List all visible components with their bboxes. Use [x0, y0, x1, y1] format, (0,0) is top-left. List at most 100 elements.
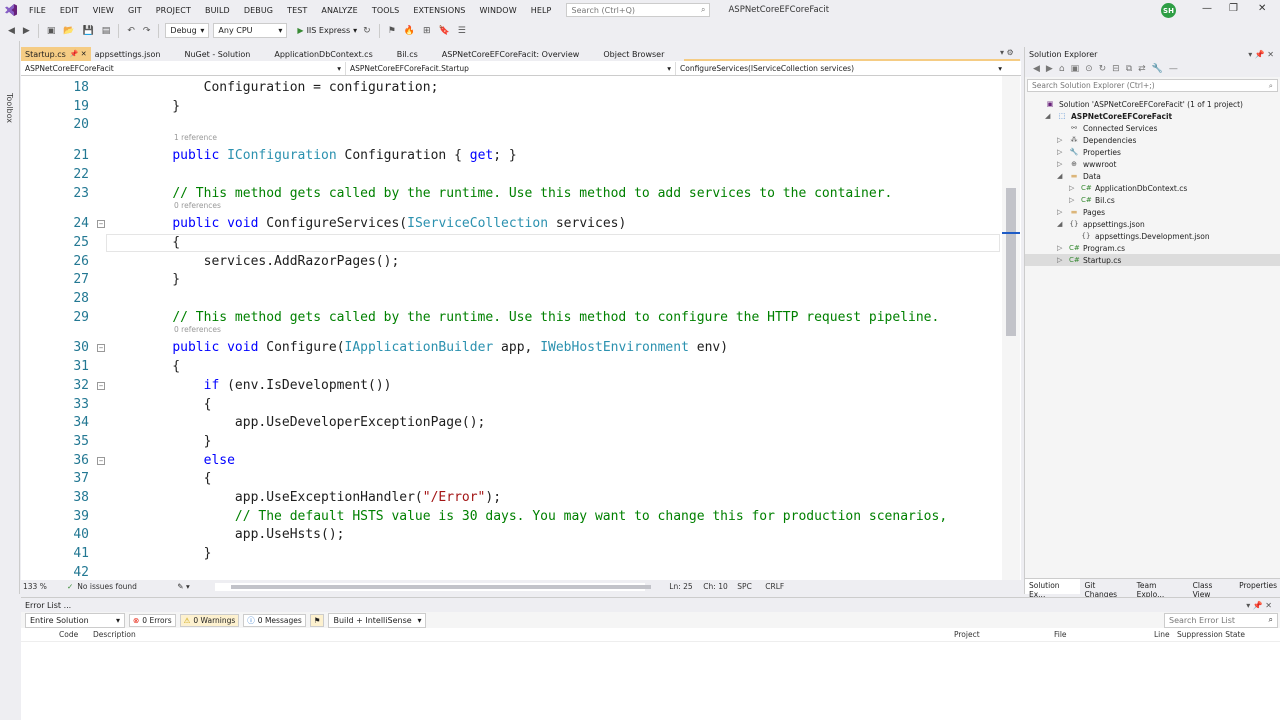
collapsed-arrow-icon[interactable]: ▷ — [1057, 148, 1065, 156]
open-icon[interactable]: 📂 — [61, 26, 76, 36]
code-line[interactable]: 28 — [21, 291, 1001, 309]
pending-changes-icon[interactable]: ⊙ — [1085, 64, 1093, 74]
tree-item[interactable]: ⚯ Connected Services — [1057, 122, 1157, 134]
code-line[interactable]: 37 { — [21, 471, 1001, 489]
code-line[interactable]: 30− public void Configure(IApplicationBu… — [21, 340, 1001, 358]
code-line[interactable]: 42 — [21, 565, 1001, 580]
code-line[interactable]: 22 — [21, 167, 1001, 185]
whitespace-indicator[interactable]: SPC — [737, 582, 765, 591]
tab-overflow-icon[interactable]: ▾ ⚙ — [1000, 48, 1014, 57]
collapse-icon[interactable]: − — [97, 220, 105, 229]
code-editor[interactable]: 18 Configuration = configuration; 19 } 20 1… — [21, 76, 1021, 580]
sync-icon[interactable]: ⇄ — [1138, 64, 1146, 74]
new-project-icon[interactable]: ▣ — [45, 26, 58, 36]
code-line[interactable]: 35 } — [21, 434, 1001, 452]
tree-item[interactable]: ▣ Solution 'ASPNetCoreEFCoreFacit' (1 of … — [1033, 98, 1243, 110]
collapse-icon[interactable]: − — [97, 381, 105, 390]
code-line[interactable]: 18 Configuration = configuration; — [21, 80, 1001, 98]
minimize-icon[interactable]: — — [1202, 3, 1212, 14]
properties-icon[interactable]: 🔧 — [1152, 64, 1163, 74]
refresh-icon[interactable]: ↻ — [361, 26, 373, 36]
project-dropdown[interactable]: ASPNetCoreEFCoreFacit ▾ — [21, 61, 346, 75]
collapsed-arrow-icon[interactable]: ▷ — [1057, 256, 1065, 264]
bottom-tab-properties[interactable]: Properties — [1235, 579, 1280, 594]
column-header-suppression-state[interactable]: Suppression State — [1177, 630, 1245, 639]
scope-dropdown[interactable]: Entire Solution ▾ — [25, 612, 125, 628]
pane-controls-icon[interactable]: ▾ 📌 ✕ — [1246, 601, 1272, 610]
code-line[interactable]: 25 { — [21, 235, 1001, 253]
save-icon[interactable]: 💾 — [81, 26, 96, 36]
code-line[interactable]: 19 } — [21, 99, 1001, 117]
collapse-icon[interactable]: − — [97, 456, 105, 465]
brush-icon[interactable]: ✎ ▾ — [177, 582, 207, 591]
filter-icon[interactable]: ⚑ — [309, 613, 325, 627]
configuration-dropdown[interactable]: Debug ▾ — [165, 23, 210, 38]
collapsed-arrow-icon[interactable]: ▷ — [1057, 136, 1065, 144]
platform-dropdown[interactable]: Any CPU ▾ — [213, 23, 288, 38]
menu-edit[interactable]: EDIT — [53, 6, 86, 15]
tree-item[interactable]: ◢ ⬚ ASPNetCoreEFCoreFacit — [1045, 110, 1172, 122]
menu-window[interactable]: WINDOW — [472, 6, 523, 15]
scrollbar-thumb[interactable] — [1006, 188, 1016, 336]
pane-controls-icon[interactable]: ▾ 📌 ✕ — [1248, 50, 1274, 59]
menu-tools[interactable]: TOOLS — [365, 6, 407, 15]
back-icon[interactable]: ◀ — [1033, 64, 1040, 74]
column-header-code[interactable]: Code — [59, 630, 78, 639]
collapsed-arrow-icon[interactable]: ▷ — [1057, 208, 1065, 216]
menu-build[interactable]: BUILD — [198, 6, 237, 15]
expanded-arrow-icon[interactable]: ◢ — [1045, 112, 1053, 120]
menu-debug[interactable]: DEBUG — [237, 6, 280, 15]
home-icon[interactable]: ⌂ — [1059, 64, 1065, 74]
tree-item[interactable]: ◢ {} appsettings.json — [1057, 218, 1145, 230]
collapsed-arrow-icon[interactable]: ▷ — [1069, 184, 1077, 192]
refresh-icon[interactable]: ↻ — [1099, 64, 1107, 74]
undo-icon[interactable]: ↶ — [125, 26, 137, 36]
class-dropdown[interactable]: ASPNetCoreEFCoreFacit.Startup ▾ — [346, 61, 676, 75]
code-line[interactable]: 40 app.UseHsts(); — [21, 527, 1001, 545]
column-header-line[interactable]: Line — [1154, 630, 1170, 639]
tab-startup-cs[interactable]: Startup.cs 📌 ✕ — [21, 47, 91, 61]
comment-icon[interactable]: ☰ — [456, 26, 468, 36]
bottom-tab-team-explo[interactable]: Team Explo... — [1133, 579, 1189, 599]
browser-link-icon[interactable]: ⚑ — [386, 26, 398, 36]
tree-item[interactable]: ▷ C# Bil.cs — [1069, 194, 1115, 206]
code-line[interactable]: 29 // This method gets called by the run… — [21, 310, 1001, 328]
solution-explorer-search[interactable]: Search Solution Explorer (Ctrl+;) ⌕ — [1027, 79, 1278, 92]
code-line[interactable]: 23 // This method gets called by the run… — [21, 186, 1001, 204]
code-line[interactable]: 26 services.AddRazorPages(); — [21, 254, 1001, 272]
forward-icon[interactable]: ▶ — [1046, 64, 1053, 74]
error-list-search[interactable]: Search Error List ⌕ — [1164, 612, 1278, 628]
tab-appsettings-json[interactable]: appsettings.json — [90, 47, 181, 61]
expanded-arrow-icon[interactable]: ◢ — [1057, 172, 1065, 180]
tree-item[interactable]: ▷ ⁂ Dependencies — [1057, 134, 1136, 146]
toolbar-misc-icon[interactable]: ⊞ — [421, 26, 433, 36]
back-icon[interactable]: ◀ — [6, 26, 17, 36]
line-ending-indicator[interactable]: CRLF — [765, 582, 784, 591]
column-header-project[interactable]: Project — [954, 630, 980, 639]
tree-item[interactable]: ▷ C# ApplicationDbContext.cs — [1069, 182, 1187, 194]
errors-filter-button[interactable]: ⊗ 0 Errors — [129, 613, 176, 627]
bottom-tab-git-changes[interactable]: Git Changes — [1080, 579, 1132, 599]
tree-item[interactable]: ◢ ▬ Data — [1057, 170, 1101, 182]
build-filter-dropdown[interactable]: Build + IntelliSense ▾ — [328, 612, 427, 628]
horizontal-scrollbar[interactable] — [215, 582, 652, 591]
member-dropdown[interactable]: ConfigureServices(IServiceCollection ser… — [676, 62, 1006, 75]
code-line[interactable]: 41 } — [21, 546, 1001, 564]
code-line[interactable]: 34 app.UseDeveloperExceptionPage(); — [21, 415, 1001, 433]
menu-file[interactable]: FILE — [22, 6, 53, 15]
code-line[interactable]: 20 — [21, 117, 1001, 135]
toolbox-strip[interactable]: Toolbox — [0, 41, 20, 594]
collapse-icon[interactable]: − — [97, 344, 105, 353]
menu-extensions[interactable]: EXTENSIONS — [406, 6, 472, 15]
menu-help[interactable]: HELP — [524, 6, 559, 15]
restore-icon[interactable]: ❐ — [1229, 3, 1238, 14]
avatar[interactable]: SH — [1161, 3, 1176, 18]
expanded-arrow-icon[interactable]: ◢ — [1057, 220, 1065, 228]
column-header-description[interactable]: Description — [93, 630, 136, 639]
tree-item[interactable]: ▷ ⊕ wwwroot — [1057, 158, 1116, 170]
switch-views-icon[interactable]: ▣ — [1071, 64, 1080, 74]
code-line[interactable]: 21 public IConfiguration Configuration {… — [21, 148, 1001, 166]
tab-aspnetcoreefcorefacit-overview[interactable]: ASPNetCoreEFCoreFacit: Overview — [437, 47, 600, 61]
menu-git[interactable]: GIT — [121, 6, 149, 15]
tree-item[interactable]: ▷ 🔧 Properties — [1057, 146, 1121, 158]
